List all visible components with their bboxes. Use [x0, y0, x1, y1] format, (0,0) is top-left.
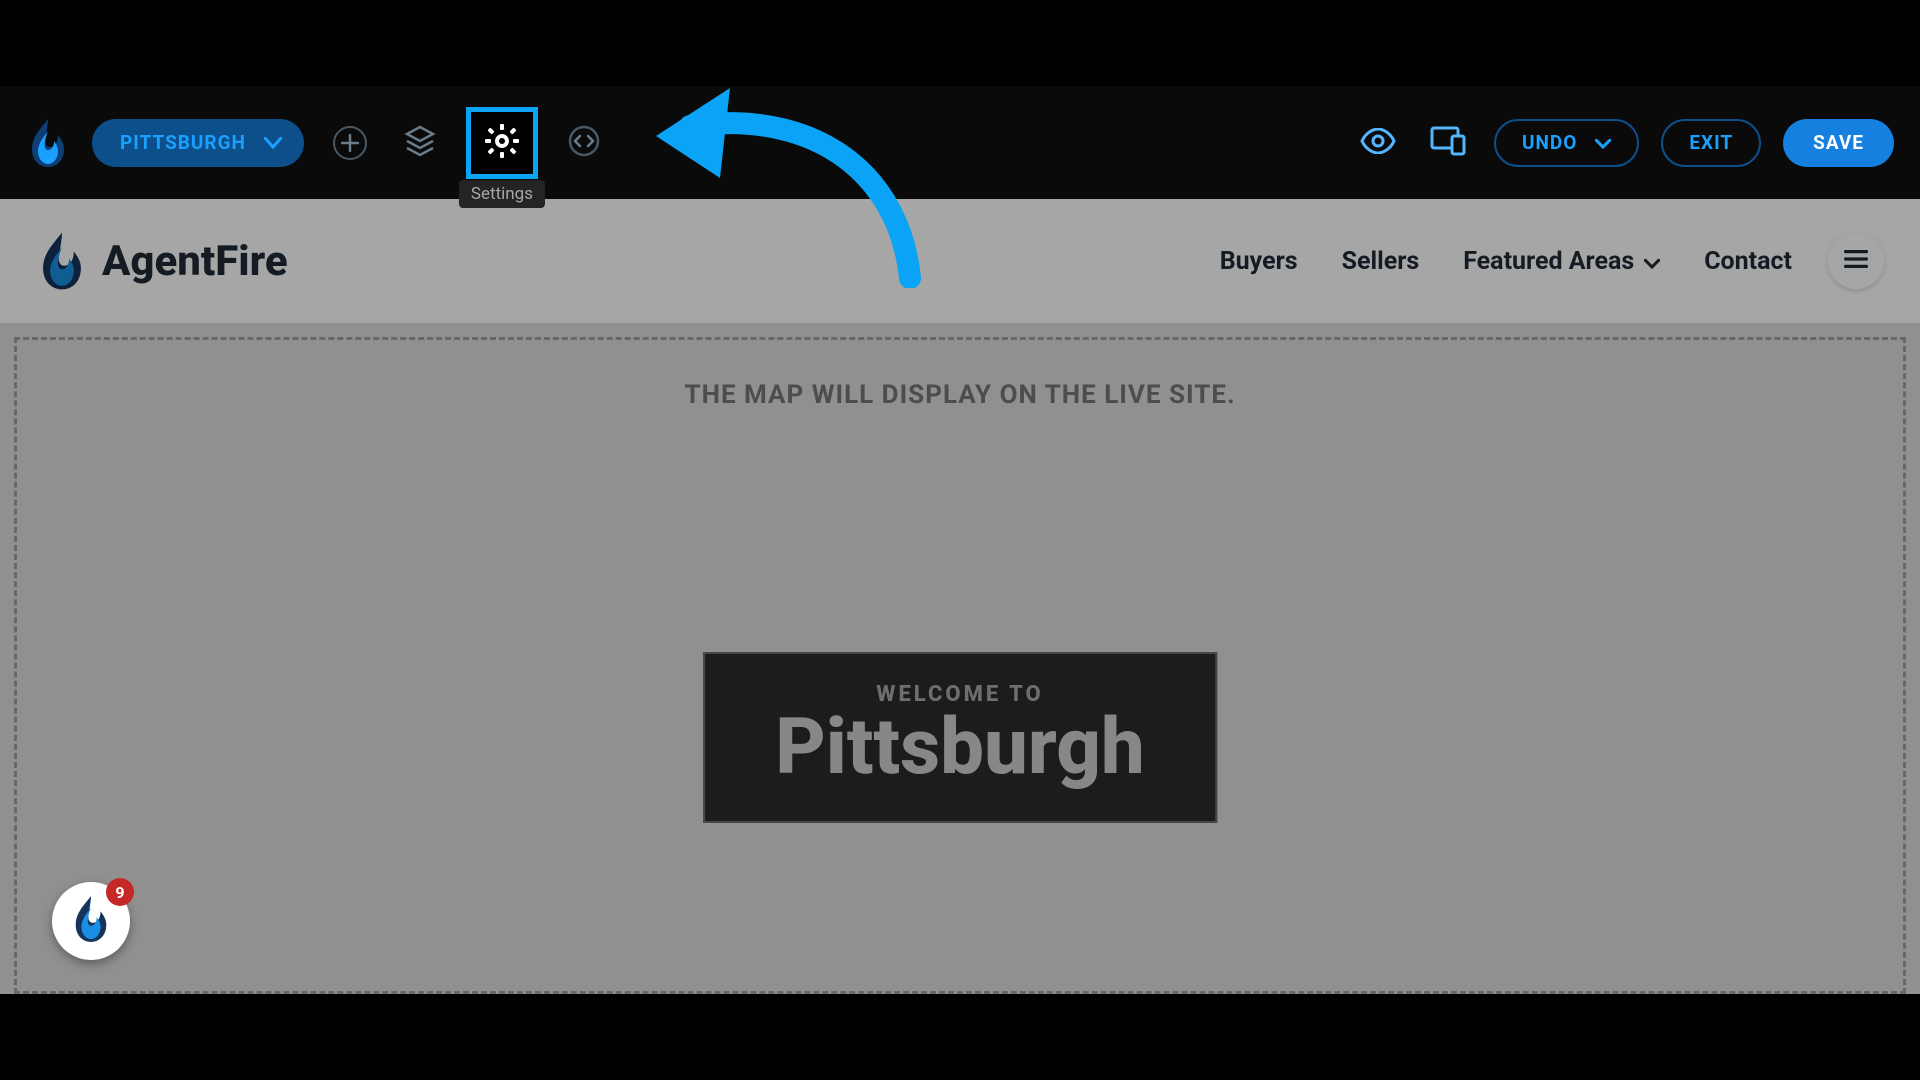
layers-button[interactable]	[396, 119, 444, 167]
page-selector-dropdown[interactable]: PITTSBURGH	[92, 119, 304, 167]
hero-title: Pittsburgh	[775, 707, 1145, 789]
site-header: AgentFire Buyers Sellers Featured Areas …	[0, 199, 1920, 323]
devices-icon	[1430, 126, 1466, 160]
nav-link-featured-label: Featured Areas	[1463, 247, 1634, 276]
chevron-down-icon	[264, 137, 282, 149]
gear-icon	[484, 123, 520, 163]
editor-canvas: AgentFire Buyers Sellers Featured Areas …	[0, 199, 1920, 994]
nav-link-buyers[interactable]: Buyers	[1220, 247, 1298, 276]
hero-card[interactable]: WELCOME TO Pittsburgh	[703, 652, 1217, 823]
save-label: SAVE	[1813, 131, 1864, 154]
settings-tooltip: Settings	[459, 180, 545, 208]
agentfire-logo-icon	[70, 894, 112, 948]
nav-link-contact[interactable]: Contact	[1704, 247, 1792, 276]
agentfire-logo-icon[interactable]	[26, 117, 70, 169]
responsive-button[interactable]	[1424, 119, 1472, 167]
site-nav: Buyers Sellers Featured Areas Contact	[1220, 247, 1792, 276]
plus-circle-icon	[333, 126, 367, 160]
map-placeholder: THE MAP WILL DISPLAY ON THE LIVE SITE. W…	[14, 337, 1906, 994]
preview-button[interactable]	[1354, 119, 1402, 167]
nav-link-featured[interactable]: Featured Areas	[1463, 247, 1660, 276]
editor-toolbar: PITTSBURGH	[0, 86, 1920, 199]
chevron-down-icon	[1644, 247, 1660, 276]
chevron-down-icon	[1595, 131, 1611, 154]
help-launcher[interactable]: 9	[52, 882, 130, 960]
page-selector-label: PITTSBURGH	[120, 131, 246, 154]
letterbox-top	[0, 0, 1920, 86]
undo-dropdown[interactable]: UNDO	[1494, 119, 1639, 167]
agentfire-logo-icon	[36, 230, 88, 292]
hamburger-icon	[1844, 250, 1868, 272]
map-placeholder-text: THE MAP WILL DISPLAY ON THE LIVE SITE.	[17, 380, 1903, 410]
add-block-button[interactable]	[326, 119, 374, 167]
site-brand[interactable]: AgentFire	[36, 230, 288, 292]
settings-button[interactable]: Settings	[466, 107, 538, 179]
save-button[interactable]: SAVE	[1783, 119, 1894, 167]
notification-badge: 9	[106, 878, 134, 906]
eye-icon	[1360, 128, 1396, 158]
undo-label: UNDO	[1522, 131, 1577, 154]
hamburger-menu-button[interactable]	[1828, 233, 1884, 289]
nav-link-sellers[interactable]: Sellers	[1342, 247, 1420, 276]
code-button[interactable]	[560, 119, 608, 167]
code-icon	[568, 125, 600, 161]
brand-name: AgentFire	[102, 237, 288, 286]
exit-button[interactable]: EXIT	[1661, 119, 1761, 167]
letterbox-bottom	[0, 994, 1920, 1080]
layers-icon	[403, 124, 437, 162]
exit-label: EXIT	[1689, 131, 1733, 154]
